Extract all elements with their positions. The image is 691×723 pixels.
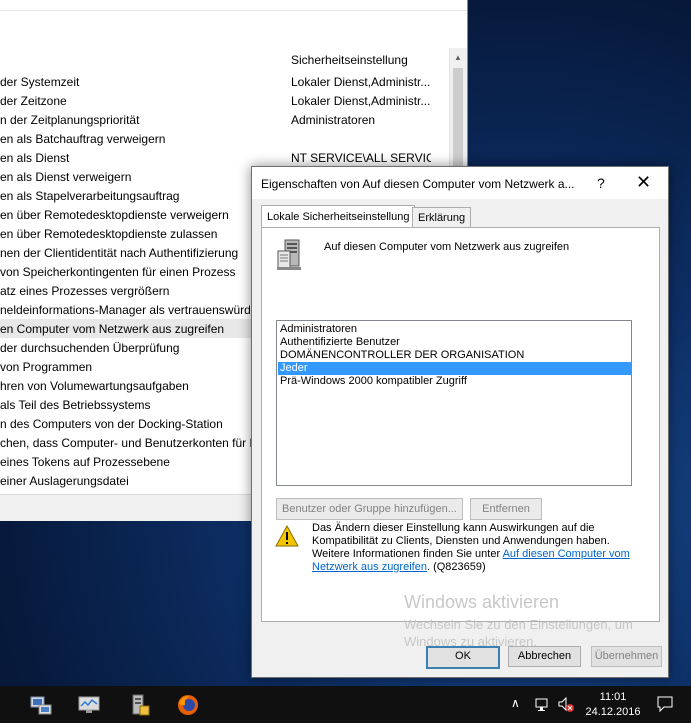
- watermark-title: Windows aktivieren: [404, 592, 560, 612]
- policy-setting: Lokaler Dienst,Administr...: [291, 75, 431, 89]
- close-button[interactable]: ✕: [636, 172, 651, 193]
- list-item[interactable]: Jeder: [278, 362, 631, 375]
- clock-time: 11:01: [599, 691, 627, 703]
- tab-local-security-setting[interactable]: Lokale Sicherheitseinstellung: [261, 205, 416, 229]
- policy-name: hren von Volumewartungsaufgaben: [0, 379, 189, 393]
- policy-row[interactable]: der Zeitzone Lokaler Dienst,Administr...: [0, 91, 448, 110]
- note-line-1: Das Ändern dieser Einstellung kann Auswi…: [312, 522, 595, 534]
- server-manager-icon[interactable]: [29, 694, 53, 716]
- monitor-icon[interactable]: [77, 694, 101, 716]
- list-item[interactable]: Administratoren: [278, 323, 631, 336]
- note-line-3: Weitere Informationen finden Sie unter: [312, 548, 503, 560]
- taskbar: ∧ 11:01 24.12.2016: [0, 686, 691, 723]
- policy-name: en über Remotedesktopdienste verweigern: [0, 208, 229, 222]
- policy-name: atz eines Prozesses vergrößern: [0, 284, 170, 298]
- watermark-line-2: Wechseln Sie zu den Einstellungen, um: [404, 617, 633, 632]
- policy-setting: Administratoren: [291, 113, 376, 127]
- scroll-up-arrow-icon[interactable]: ▲: [454, 53, 462, 62]
- policy-name: en als Dienst: [0, 151, 70, 165]
- network-icon[interactable]: [535, 697, 551, 713]
- policy-name: der Systemzeit: [0, 75, 80, 89]
- dialog-title: Eigenschaften von Auf diesen Computer vo…: [261, 177, 575, 191]
- watermark-line-3: Windows zu aktivieren.: [404, 634, 537, 649]
- policy-name: der Zeitzone: [0, 94, 67, 108]
- warning-icon: [275, 525, 299, 547]
- note-line-2: Kompatibilität zu Clients, Diensten und …: [312, 535, 610, 547]
- list-item[interactable]: Authentifizierte Benutzer: [278, 336, 631, 349]
- policy-name: n des Computers von der Docking-Station: [0, 417, 223, 431]
- policy-name: en Computer vom Netzwerk aus zugreifen: [0, 322, 225, 336]
- policy-row[interactable]: der Systemzeit Lokaler Dienst,Administr..…: [0, 72, 448, 91]
- firefox-icon[interactable]: [176, 694, 200, 716]
- tab-explanation[interactable]: Erklärung: [412, 207, 472, 228]
- note-suffix: . (Q823659): [426, 561, 486, 573]
- policy-name: chen, dass Computer- und Benutzerkonten …: [0, 436, 259, 450]
- policy-name: en als Batchauftrag verweigern: [0, 132, 166, 146]
- add-user-group-button[interactable]: Benutzer oder Gruppe hinzufügen...: [276, 498, 463, 520]
- speaker-muted-icon[interactable]: [557, 697, 575, 713]
- policy-setting: Lokaler Dienst,Administr...: [291, 94, 431, 108]
- security-tools-icon[interactable]: [128, 694, 152, 716]
- taskbar-clock[interactable]: 11:01 24.12.2016: [583, 690, 643, 720]
- policy-heading: Auf diesen Computer vom Netzwerk aus zug…: [324, 241, 570, 253]
- policy-name: der durchsuchenden Überprüfung: [0, 341, 180, 355]
- remove-button[interactable]: Entfernen: [470, 498, 542, 520]
- policy-row[interactable]: n der Zeitplanungspriorität Administrator…: [0, 110, 448, 129]
- cancel-button[interactable]: Abbrechen: [508, 646, 581, 667]
- policy-row[interactable]: en als Dienst NT SERVICE\ALL SERVIC...: [0, 148, 448, 167]
- list-item[interactable]: DOMÄNENCONTROLLER DER ORGANISATION: [278, 349, 631, 362]
- list-item[interactable]: Prä-Windows 2000 kompatibler Zugriff: [278, 375, 631, 388]
- policy-name: en über Remotedesktopdienste zulassen: [0, 227, 218, 241]
- policy-name: neldeinformations-Manager als vertrauens…: [0, 303, 254, 317]
- policy-name: en als Dienst verweigern: [0, 170, 132, 184]
- notifications-icon[interactable]: [656, 695, 674, 713]
- policy-name: als Teil des Betriebssystems: [0, 398, 151, 412]
- clock-date: 24.12.2016: [585, 706, 641, 718]
- policy-name: en als Stapelverarbeitungsauftrag: [0, 189, 180, 203]
- user-group-list[interactable]: Administratoren Authentifizierte Benutzer…: [276, 320, 632, 486]
- policy-row[interactable]: en als Batchauftrag verweigern: [0, 129, 448, 148]
- policy-name: nen der Clientidentität nach Authentifiz…: [0, 246, 239, 260]
- column-header-row[interactable]: Sicherheitseinstellung: [0, 48, 448, 68]
- dialog-title-bar[interactable]: Eigenschaften von Auf diesen Computer vo…: [252, 167, 668, 199]
- policy-setting: NT SERVICE\ALL SERVIC...: [291, 151, 431, 165]
- compatibility-note: Das Ändern dieser Einstellung kann Auswi…: [312, 522, 632, 574]
- tab-panel: Auf diesen Computer vom Netzwerk aus zug…: [261, 227, 660, 622]
- policy-name: n der Zeitplanungspriorität: [0, 113, 140, 127]
- policy-name: einer Auslagerungsdatei: [0, 474, 129, 488]
- column-header-security-setting[interactable]: Sicherheitseinstellung: [291, 53, 408, 67]
- policy-name: eines Tokens auf Prozessebene: [0, 455, 170, 469]
- policy-name: von Speicherkontingenten für einen Proze…: [0, 265, 236, 279]
- server-policy-icon: [277, 239, 301, 270]
- apply-button[interactable]: Übernehmen: [591, 646, 662, 667]
- policy-name: von Programmen: [0, 360, 93, 374]
- activation-watermark: Windows aktivieren Wechseln Sie zu den E…: [404, 592, 633, 649]
- ok-button[interactable]: OK: [426, 646, 500, 669]
- window-top-edge: [0, 0, 467, 11]
- help-button[interactable]: ?: [597, 175, 605, 191]
- tray-chevron-icon[interactable]: ∧: [511, 696, 520, 710]
